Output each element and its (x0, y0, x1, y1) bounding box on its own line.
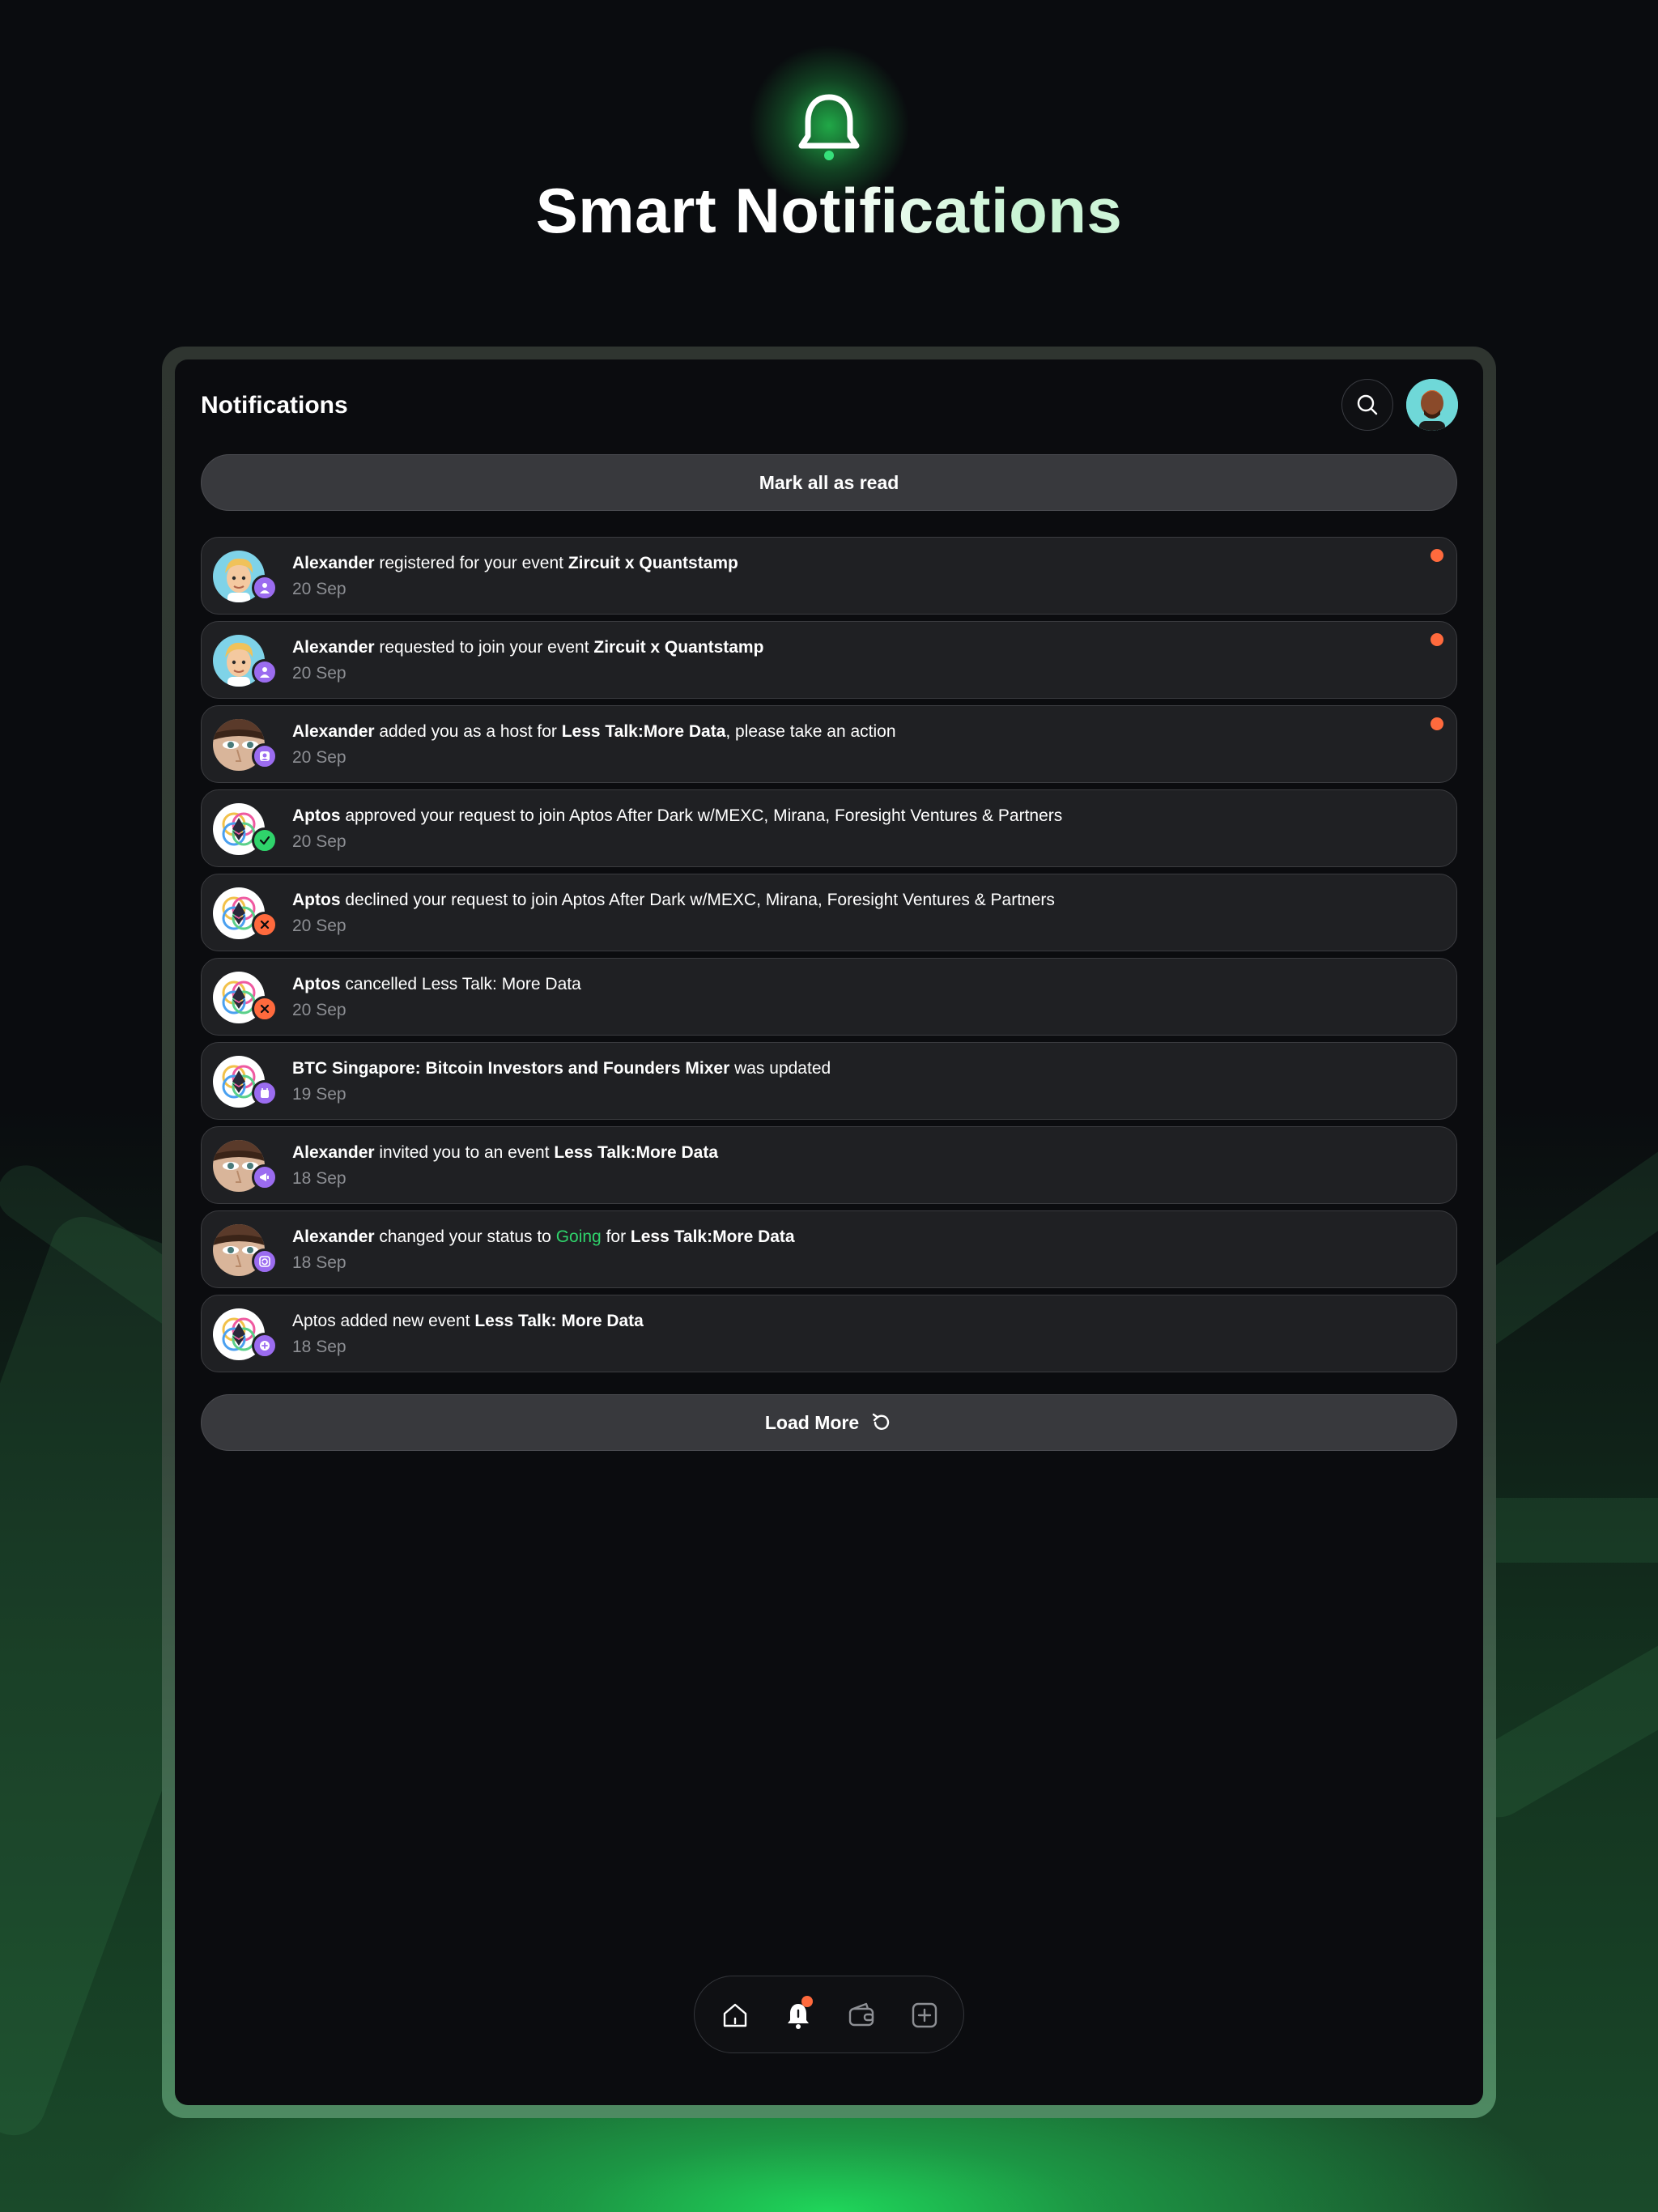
notification-message: was updated (729, 1059, 831, 1078)
notification-item[interactable]: Alexander requested to join your event Z… (201, 621, 1457, 699)
notification-date: 18 Sep (292, 1169, 346, 1188)
notification-event: Zircuit x Quantstamp (568, 554, 738, 572)
notification-date: 20 Sep (292, 1001, 346, 1019)
notification-event: Less Talk:More Data (554, 1143, 719, 1162)
notification-text: Aptos added new event Less Talk: More Da… (292, 1312, 644, 1331)
notification-plain-text: Aptos added new event (292, 1312, 475, 1330)
plus-square-icon (912, 2002, 937, 2028)
unread-dot (1431, 633, 1443, 646)
avatar-illustration (1406, 379, 1458, 431)
search-icon (1357, 394, 1378, 415)
notification-date: 20 Sep (292, 580, 346, 598)
wallet-icon (848, 2002, 874, 2027)
notification-actor: Alexander (292, 554, 375, 572)
home-icon (723, 2003, 747, 2027)
refresh-icon (872, 1413, 890, 1430)
bottom-tab-bar (694, 1976, 964, 2053)
notification-date: 20 Sep (292, 917, 346, 935)
notification-dot (801, 1996, 813, 2007)
notification-text: Aptos approved your request to join Apto… (292, 806, 1062, 826)
page-title: Notifications (201, 392, 348, 419)
bell-icon (798, 94, 860, 160)
x-icon (252, 996, 278, 1022)
notification-actor: Alexander (292, 722, 375, 741)
notification-message: registered for your event (374, 554, 568, 572)
plus-icon (252, 1333, 278, 1359)
notification-date: 18 Sep (292, 1338, 346, 1356)
notification-item[interactable]: Alexander changed your status to Going f… (201, 1210, 1457, 1288)
notification-date: 20 Sep (292, 748, 346, 767)
unread-dot (1431, 549, 1443, 562)
notification-status: Going (555, 1227, 602, 1246)
user-avatar[interactable] (1406, 379, 1458, 431)
notification-text: Alexander invited you to an event Less T… (292, 1143, 718, 1163)
notification-message: changed your status to (374, 1227, 556, 1246)
notification-message: invited you to an event (374, 1143, 555, 1162)
unread-dot (1431, 717, 1443, 730)
x-icon (252, 912, 278, 938)
tab-home[interactable] (719, 1999, 751, 2031)
notification-event: Less Talk:More Data (630, 1227, 795, 1246)
notification-message: approved your request to join Aptos Afte… (340, 806, 1063, 825)
mark-all-read-button[interactable]: Mark all as read (201, 454, 1457, 511)
device-frame: Notifications Mark all as read Alexander… (162, 347, 1496, 2118)
notification-text: Aptos cancelled Less Talk: More Data (292, 975, 581, 994)
tab-wallet[interactable] (845, 1999, 878, 2031)
notification-actor: Aptos (292, 806, 341, 825)
notification-event: Less Talk: More Data (474, 1312, 644, 1330)
notification-item[interactable]: Aptos declined your request to join Apto… (201, 874, 1457, 951)
load-more-button[interactable]: Load More (201, 1394, 1457, 1451)
notification-actor: Alexander (292, 638, 375, 657)
notification-text: Alexander requested to join your event Z… (292, 638, 763, 657)
load-more-label: Load More (764, 1411, 860, 1433)
check-icon (252, 827, 278, 853)
notification-message: declined your request to join Aptos Afte… (340, 891, 1055, 909)
notification-actor: Alexander (292, 1143, 375, 1162)
app-screen: Notifications Mark all as read Alexander… (175, 359, 1483, 2105)
user-icon (252, 659, 278, 685)
notification-message: for (601, 1227, 631, 1246)
notification-event: Zircuit x Quantstamp (593, 638, 764, 657)
notification-item[interactable]: BTC Singapore: Bitcoin Investors and Fou… (201, 1042, 1457, 1120)
notification-item[interactable]: Aptos added new event Less Talk: More Da… (201, 1295, 1457, 1372)
notification-text: BTC Singapore: Bitcoin Investors and Fou… (292, 1059, 831, 1078)
notification-message: , please take an action (725, 722, 896, 741)
notification-message: requested to join your event (374, 638, 594, 657)
notification-text: Alexander added you as a host for Less T… (292, 722, 896, 742)
notification-message: added you as a host for (374, 722, 562, 741)
notification-message: cancelled Less Talk: More Data (340, 975, 581, 993)
notification-item[interactable]: Alexander invited you to an event Less T… (201, 1126, 1457, 1204)
notification-actor: Alexander (292, 1227, 375, 1246)
notification-actor: Aptos (292, 975, 341, 993)
notification-item[interactable]: Alexander registered for your event Zirc… (201, 537, 1457, 615)
megaphone-icon (252, 1164, 278, 1190)
user-icon (252, 575, 278, 601)
notification-text: Aptos declined your request to join Apto… (292, 891, 1055, 910)
sync-icon (252, 1249, 278, 1274)
notification-text: Alexander registered for your event Zirc… (292, 554, 738, 573)
notification-item[interactable]: Aptos approved your request to join Apto… (201, 789, 1457, 867)
notification-actor: Aptos (292, 891, 341, 909)
notification-actor: BTC Singapore: Bitcoin Investors and Fou… (292, 1059, 730, 1078)
notification-text: Alexander changed your status to Going f… (292, 1227, 795, 1247)
search-button[interactable] (1341, 379, 1393, 431)
hero-title: Smart Notifications (0, 174, 1658, 248)
notification-date: 18 Sep (292, 1253, 346, 1272)
tab-create[interactable] (908, 1999, 941, 2031)
hero-section: Smart Notifications (0, 0, 1658, 291)
notification-item[interactable]: Aptos cancelled Less Talk: More Data 20 S… (201, 958, 1457, 1036)
tab-notifications[interactable] (782, 1996, 814, 2031)
calendar-icon (252, 1080, 278, 1106)
notification-item[interactable]: Alexander added you as a host for Less T… (201, 705, 1457, 783)
notification-date: 19 Sep (292, 1085, 346, 1104)
host-icon (252, 743, 278, 769)
notification-date: 20 Sep (292, 832, 346, 851)
notification-event: Less Talk:More Data (561, 722, 726, 741)
notification-date: 20 Sep (292, 664, 346, 683)
